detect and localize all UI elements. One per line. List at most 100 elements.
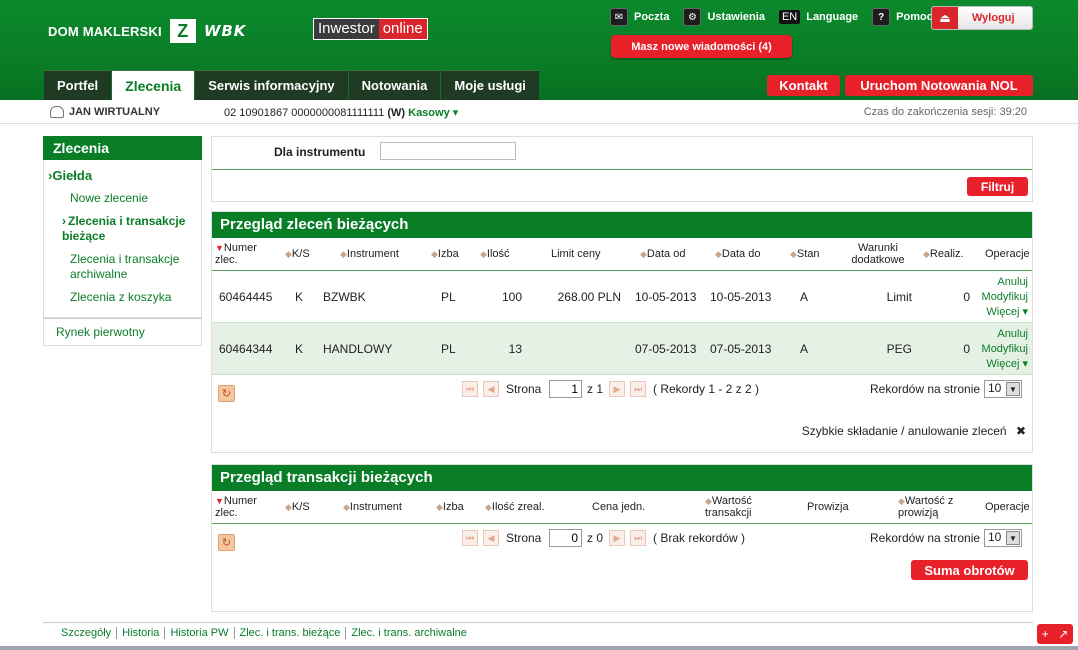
col-izba[interactable]: ◆Izba <box>431 248 459 260</box>
main-tabs: Portfel Zlecenia Serwis informacyjny Not… <box>44 70 540 100</box>
per-page-select[interactable]: 10 ▼ <box>984 380 1022 398</box>
top-links: ✉ Poczta ⚙ Ustawienia EN Language ? Pomo… <box>610 8 941 26</box>
plus-icon: + <box>1041 627 1049 641</box>
page-input[interactable] <box>549 529 582 547</box>
transactions-pager: ↻ ⏮ ◀ Strona z 0 ▶ ⏭ ( Brak rekordów ) R… <box>212 524 1032 556</box>
prev-page-icon[interactable]: ◀ <box>483 530 499 546</box>
new-messages-button[interactable]: Masz nowe wiadomości (4) <box>611 35 792 58</box>
col-data-do[interactable]: ◆Data do <box>715 248 760 260</box>
col-ks[interactable]: ◆K/S <box>285 501 310 513</box>
turnover-sum-button[interactable]: Suma obrotów <box>911 560 1028 580</box>
header: DOM MAKLERSKI Z WBK Inwestor online ✉ Po… <box>0 0 1078 100</box>
tab-notowania[interactable]: Notowania <box>348 70 441 100</box>
order-ks: K <box>295 342 304 356</box>
transactions-table-header: ▼Numer zlec. ◆K/S ◆Instrument ◆Izba ◆Ilo… <box>212 491 1032 524</box>
tab-portfel[interactable]: Portfel <box>44 70 112 100</box>
transactions-panel: Przegląd transakcji bieżących ▼Numer zle… <box>211 464 1033 612</box>
instrument-filter-input[interactable] <box>380 142 516 160</box>
more-options-link[interactable]: Więcej ▾ <box>982 305 1028 320</box>
account-number: 02 10901867 0000000081111111 <box>224 107 385 119</box>
account-type-code: (W) <box>387 107 406 119</box>
contact-button[interactable]: Kontakt <box>767 75 840 96</box>
sidebar-item-archive-orders[interactable]: Zlecenia i transakcje archiwalne <box>44 252 201 290</box>
col-prowizja: Prowizja <box>807 501 849 513</box>
modify-order-link[interactable]: Modyfikuj <box>982 290 1028 305</box>
orders-panel: Przegląd zleceń bieżących ▼Numer zlec. ◆… <box>211 211 1033 453</box>
order-realized: 0 <box>963 342 970 356</box>
col-ks[interactable]: ◆K/S <box>285 248 310 260</box>
order-number: 60464445 <box>219 290 273 304</box>
tab-moje-uslugi[interactable]: Moje usługi <box>441 70 539 100</box>
page-input[interactable] <box>549 380 582 398</box>
col-order-number[interactable]: ▼Numer zlec. <box>215 495 263 519</box>
launch-nol-button[interactable]: Uruchom Notowania NOL <box>845 75 1033 96</box>
quick-orders-label: Szybkie składanie / anulowanie zleceń <box>801 424 1007 438</box>
footer-link-history-pw[interactable]: Historia PW <box>165 627 235 639</box>
sidebar-item-primary-market[interactable]: Rynek pierwotny <box>43 318 202 346</box>
language-link[interactable]: EN Language <box>778 10 858 24</box>
more-options-link[interactable]: Więcej ▾ <box>982 357 1028 372</box>
col-limit: Limit ceny <box>551 248 601 260</box>
refresh-icon[interactable]: ↻ <box>218 385 235 402</box>
account-selector[interactable]: 02 10901867 0000000081111111 (W) Kasowy … <box>224 106 458 119</box>
next-page-icon[interactable]: ▶ <box>609 530 625 546</box>
order-quantity: 13 <box>508 342 522 356</box>
settings-label: Ustawienia <box>707 11 765 23</box>
tab-zlecenia[interactable]: Zlecenia <box>112 70 195 100</box>
sidebar-item-basket-orders[interactable]: Zlecenia z koszyka <box>44 290 201 313</box>
quick-orders-toggle[interactable]: Szybkie składanie / anulowanie zleceń ✖ <box>802 424 1026 438</box>
expand-button[interactable]: + ↗ <box>1037 624 1073 644</box>
close-icon[interactable]: ✖ <box>1016 424 1026 438</box>
col-instrument[interactable]: ◆Instrument <box>340 248 399 260</box>
col-order-number[interactable]: ▼Numer zlec. <box>215 242 263 266</box>
order-conditions: Limit <box>886 290 912 304</box>
mail-icon: ✉ <box>610 8 628 26</box>
cancel-order-link[interactable]: Anuluj <box>982 275 1028 290</box>
sidebar-title: Zlecenia <box>43 136 202 160</box>
per-page-select[interactable]: 10 ▼ <box>984 529 1022 547</box>
col-wartosc-prowizja[interactable]: ◆Wartość z prowizją <box>898 495 968 519</box>
order-instrument: HANDLOWY <box>323 342 393 356</box>
divider <box>212 169 1032 170</box>
footer-link-current[interactable]: Zlec. i trans. bieżące <box>235 627 347 639</box>
col-operacje: Operacje <box>985 501 1030 513</box>
next-page-icon[interactable]: ▶ <box>609 381 625 397</box>
col-data-od[interactable]: ◆Data od <box>640 248 685 260</box>
footer-link-archive[interactable]: Zlec. i trans. archiwalne <box>346 627 472 639</box>
mail-link[interactable]: ✉ Poczta <box>610 8 669 26</box>
prev-page-icon[interactable]: ◀ <box>483 381 499 397</box>
sidebar-item-current-orders[interactable]: Zlecenia i transakcje bieżące <box>44 214 201 252</box>
user-info: JAN WIRTUALNY <box>50 106 160 118</box>
logout-button[interactable]: ⏏ Wyloguj <box>931 6 1033 30</box>
last-page-icon[interactable]: ⏭ <box>630 381 646 397</box>
filter-button[interactable]: Filtruj <box>967 177 1028 196</box>
order-state: A <box>800 342 809 356</box>
first-page-icon[interactable]: ⏮ <box>462 530 478 546</box>
last-page-icon[interactable]: ⏭ <box>630 530 646 546</box>
sidebar-item-new-order[interactable]: Nowe zlecenie <box>44 191 201 214</box>
footer-link-details[interactable]: Szczegóły <box>43 627 118 639</box>
bottom-strip <box>0 646 1078 650</box>
sidebar-body: ›Giełda Nowe zlecenie Zlecenia i transak… <box>43 160 202 318</box>
tab-serwis[interactable]: Serwis informacyjny <box>195 70 348 100</box>
col-realiz[interactable]: ◆Realiz. <box>923 248 964 260</box>
records-info: ( Rekordy 1 - 2 z 2 ) <box>653 382 760 396</box>
modify-order-link[interactable]: Modyfikuj <box>982 342 1028 357</box>
help-icon: ? <box>872 8 891 26</box>
col-stan[interactable]: ◆Stan <box>790 248 820 260</box>
col-ilosc[interactable]: ◆Ilość <box>480 248 510 260</box>
first-page-icon[interactable]: ⏮ <box>462 381 478 397</box>
account-type: Kasowy <box>408 107 450 119</box>
help-link[interactable]: ? Pomoc <box>872 8 933 26</box>
sidebar-group-gielda[interactable]: ›Giełda <box>44 168 201 191</box>
col-wartosc[interactable]: ◆Wartość transakcji <box>705 495 765 519</box>
settings-link[interactable]: ⚙ Ustawienia <box>683 8 765 26</box>
col-instrument[interactable]: ◆Instrument <box>343 501 402 513</box>
online-label: online <box>378 19 427 39</box>
col-ilosc-zreal[interactable]: ◆Ilość zreal. <box>485 501 545 513</box>
footer-link-history[interactable]: Historia <box>117 627 166 639</box>
cancel-order-link[interactable]: Anuluj <box>982 327 1028 342</box>
col-izba[interactable]: ◆Izba <box>436 501 464 513</box>
refresh-icon[interactable]: ↻ <box>218 534 235 551</box>
page-count: z 1 <box>587 382 604 396</box>
